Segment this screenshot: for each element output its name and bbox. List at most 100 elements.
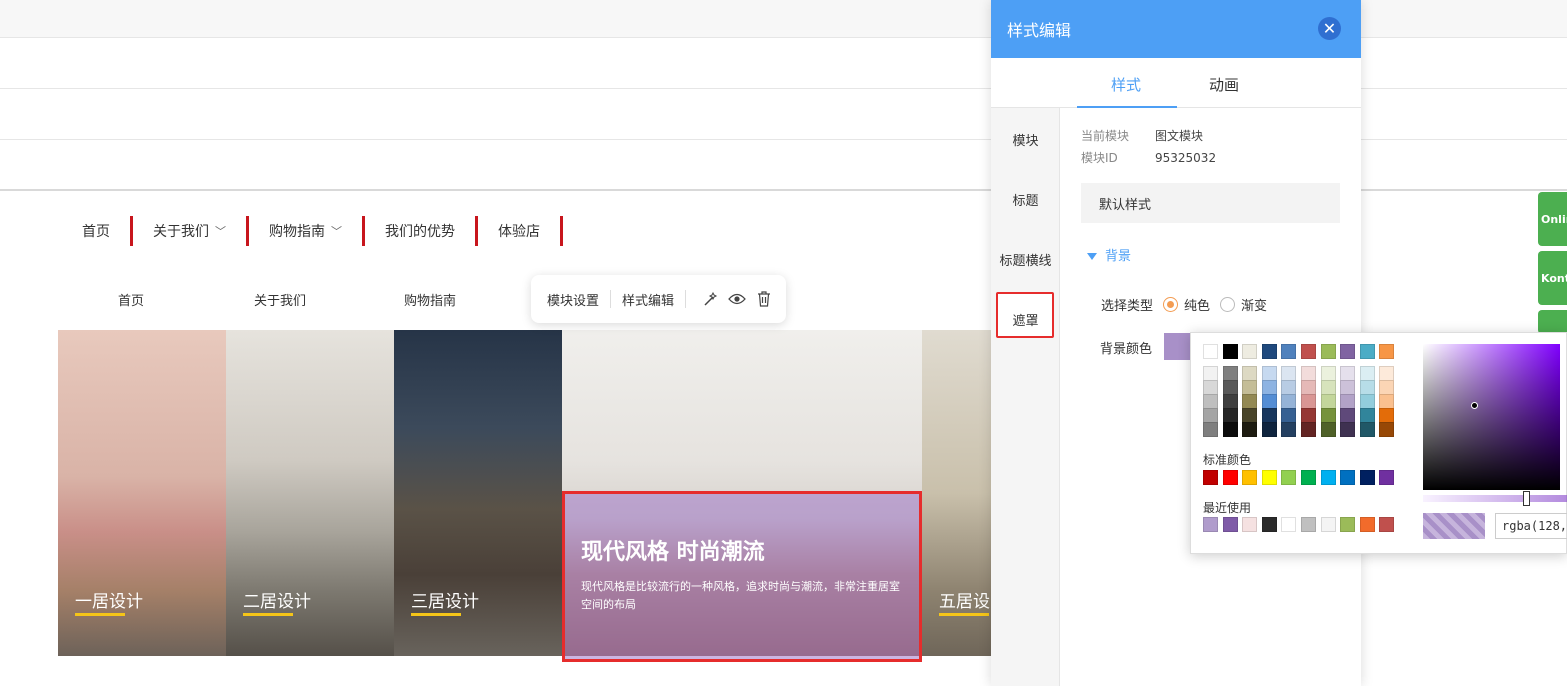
alpha-slider[interactable]	[1423, 491, 1567, 506]
color-swatch-shade[interactable]	[1359, 408, 1375, 423]
color-swatch-theme[interactable]	[1261, 344, 1277, 359]
subnav-item-about[interactable]: 关于我们	[254, 290, 306, 309]
color-swatch-shade[interactable]	[1203, 408, 1218, 423]
nav-item-store[interactable]: 体验店	[478, 215, 560, 247]
color-swatch-shade[interactable]	[1281, 408, 1297, 423]
color-swatch-shade[interactable]	[1261, 408, 1277, 423]
gallery-panel-3[interactable]: 三居设计	[394, 330, 562, 656]
color-swatch-shade[interactable]	[1261, 366, 1277, 381]
color-swatch-theme[interactable]	[1320, 344, 1336, 359]
radio-solid-label[interactable]: 纯色	[1184, 295, 1210, 314]
side-item-mask[interactable]: 遮罩	[991, 310, 1060, 329]
gallery-panel-1[interactable]: 一居设计	[58, 330, 226, 656]
color-swatch-shade[interactable]	[1242, 380, 1258, 395]
color-swatch-shade[interactable]	[1281, 380, 1297, 395]
color-swatch-standard[interactable]	[1359, 470, 1375, 485]
color-swatch-shade[interactable]	[1340, 422, 1356, 437]
color-swatch-theme[interactable]	[1359, 344, 1375, 359]
nav-item-advantage[interactable]: 我们的优势	[365, 215, 475, 247]
color-swatch-shade[interactable]	[1340, 394, 1356, 409]
color-swatch-standard[interactable]	[1242, 470, 1258, 485]
sv-cursor[interactable]	[1471, 402, 1478, 409]
color-swatch-recent[interactable]	[1203, 517, 1218, 532]
color-swatch-recent[interactable]	[1301, 517, 1316, 532]
color-swatch-shade[interactable]	[1261, 422, 1277, 437]
color-swatch-shade[interactable]	[1320, 394, 1336, 409]
color-swatch-standard[interactable]	[1281, 470, 1297, 485]
radio-solid[interactable]	[1163, 297, 1179, 312]
color-swatch-recent[interactable]	[1379, 517, 1395, 532]
color-swatch-standard[interactable]	[1261, 470, 1277, 485]
color-swatch-shade[interactable]	[1222, 366, 1238, 381]
color-swatch-shade[interactable]	[1222, 408, 1238, 423]
online-chat-button[interactable]: Onlin	[1538, 192, 1567, 246]
color-swatch-standard[interactable]	[1320, 470, 1336, 485]
color-swatch-shade[interactable]	[1222, 380, 1238, 395]
color-swatch-shade[interactable]	[1203, 380, 1218, 395]
color-swatch-shade[interactable]	[1222, 394, 1238, 409]
color-swatch-shade[interactable]	[1203, 366, 1218, 381]
color-swatch-shade[interactable]	[1340, 408, 1356, 423]
color-swatch-shade[interactable]	[1320, 380, 1336, 395]
color-swatch-shade[interactable]	[1379, 366, 1395, 381]
hover-mask-overlay[interactable]: 现代风格 时尚潮流 现代风格是比较流行的一种风格，追求时尚与潮流，非常注重居室空…	[562, 491, 922, 662]
color-swatch-shade[interactable]	[1242, 422, 1258, 437]
color-swatch-shade[interactable]	[1379, 408, 1395, 423]
nav-item-guide[interactable]: 购物指南 ﹀	[249, 215, 362, 247]
color-swatch-standard[interactable]	[1379, 470, 1395, 485]
color-swatch-theme[interactable]	[1242, 344, 1258, 359]
eye-icon[interactable]	[728, 289, 747, 309]
color-swatch-shade[interactable]	[1340, 366, 1356, 381]
color-swatch-shade[interactable]	[1203, 422, 1218, 437]
color-swatch-shade[interactable]	[1301, 422, 1316, 437]
nav-item-about[interactable]: 关于我们 ﹀	[133, 215, 246, 247]
color-swatch-shade[interactable]	[1379, 380, 1395, 395]
color-swatch-shade[interactable]	[1359, 394, 1375, 409]
color-swatch-shade[interactable]	[1359, 366, 1375, 381]
color-swatch-recent[interactable]	[1281, 517, 1297, 532]
color-swatch-shade[interactable]	[1359, 380, 1375, 395]
default-style-button[interactable]: 默认样式	[1081, 183, 1340, 223]
color-swatch-shade[interactable]	[1301, 380, 1316, 395]
color-swatch-shade[interactable]	[1379, 394, 1395, 409]
color-swatch-recent[interactable]	[1242, 517, 1258, 532]
gallery-panel-5[interactable]: 五居设	[922, 330, 991, 656]
color-swatch-theme[interactable]	[1222, 344, 1238, 359]
color-swatch-theme[interactable]	[1340, 344, 1356, 359]
module-settings-button[interactable]: 模块设置	[543, 290, 603, 309]
color-swatch-standard[interactable]	[1340, 470, 1356, 485]
side-item-title-line[interactable]: 标题横线	[991, 250, 1060, 269]
color-swatch-recent[interactable]	[1261, 517, 1277, 532]
nav-item-home[interactable]: 首页	[62, 215, 130, 247]
color-swatch-shade[interactable]	[1281, 366, 1297, 381]
color-swatch-shade[interactable]	[1242, 408, 1258, 423]
color-swatch-shade[interactable]	[1261, 394, 1277, 409]
color-swatch-theme[interactable]	[1379, 344, 1395, 359]
trash-icon[interactable]	[755, 289, 774, 309]
magic-wand-icon[interactable]	[701, 289, 720, 309]
alpha-slider-thumb[interactable]	[1523, 491, 1530, 506]
rgba-input[interactable]: rgba(128, 1	[1495, 513, 1567, 539]
color-swatch-shade[interactable]	[1301, 366, 1316, 381]
color-swatch-shade[interactable]	[1301, 408, 1316, 423]
bg-color-swatch[interactable]	[1164, 333, 1191, 360]
color-swatch-shade[interactable]	[1379, 422, 1395, 437]
color-swatch-shade[interactable]	[1340, 380, 1356, 395]
color-swatch-recent[interactable]	[1222, 517, 1238, 532]
tab-animation[interactable]: 动画	[1209, 74, 1239, 95]
tab-style[interactable]: 样式	[1111, 74, 1141, 95]
color-swatch-shade[interactable]	[1320, 422, 1336, 437]
side-item-module[interactable]: 模块	[991, 130, 1060, 149]
subnav-item-home[interactable]: 首页	[118, 290, 144, 309]
color-swatch-shade[interactable]	[1242, 394, 1258, 409]
contact-button[interactable]: Konta	[1538, 251, 1567, 305]
color-swatch-shade[interactable]	[1222, 422, 1238, 437]
gallery-panel-2[interactable]: 二居设计	[226, 330, 394, 656]
color-swatch-shade[interactable]	[1281, 422, 1297, 437]
color-swatch-recent[interactable]	[1340, 517, 1356, 532]
color-swatch-standard[interactable]	[1203, 470, 1218, 485]
saturation-value-area[interactable]	[1423, 344, 1560, 490]
color-swatch-theme[interactable]	[1301, 344, 1316, 359]
color-swatch-shade[interactable]	[1320, 366, 1336, 381]
color-swatch-shade[interactable]	[1301, 394, 1316, 409]
